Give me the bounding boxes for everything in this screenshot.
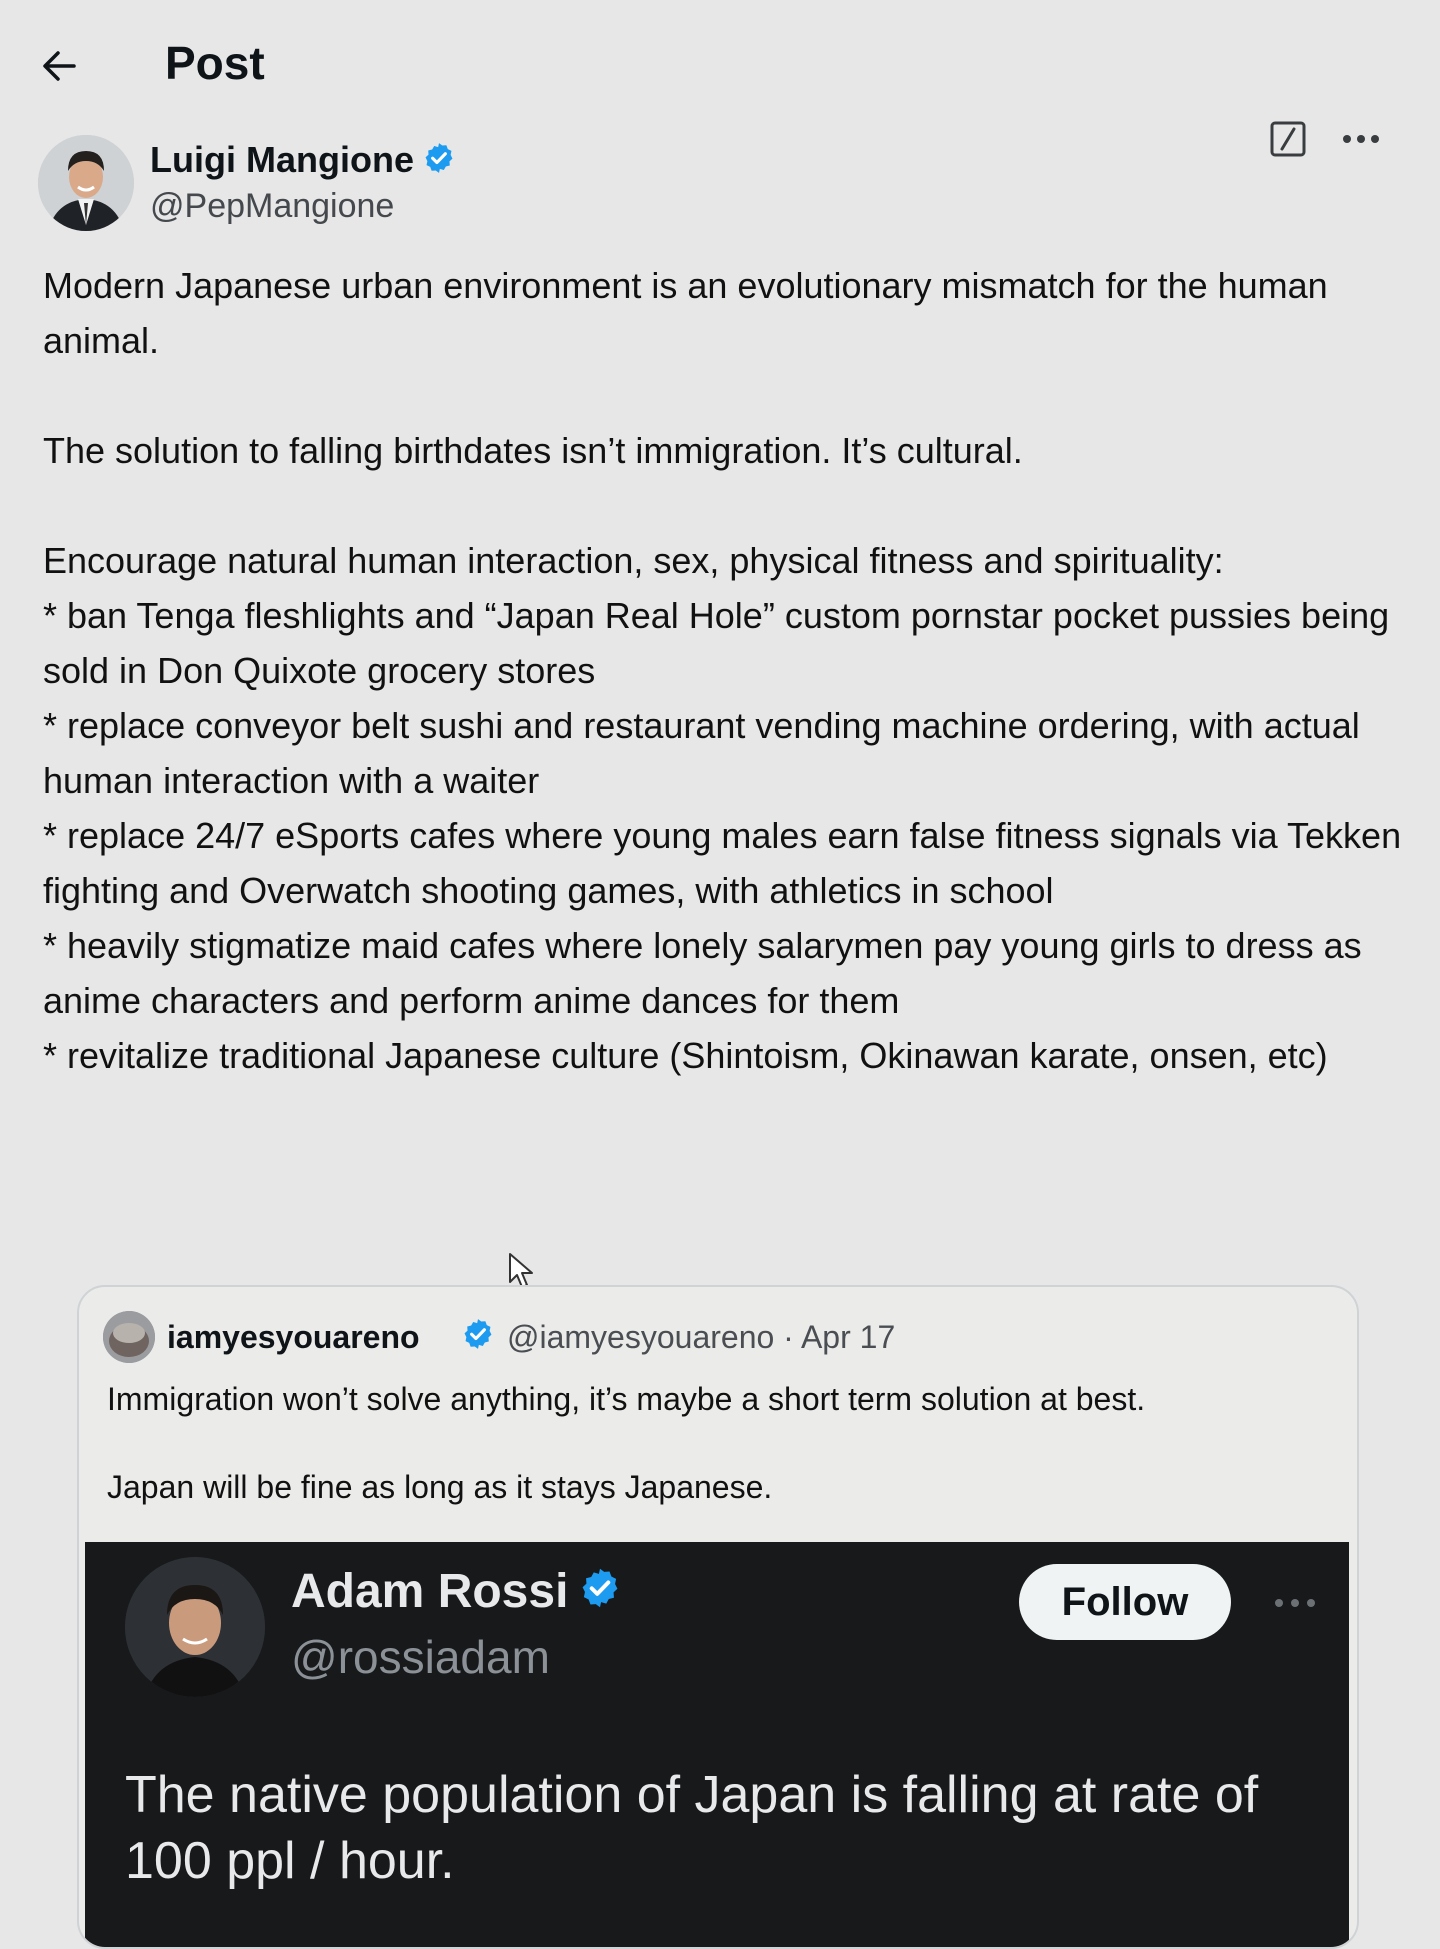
media-author-name-text: Adam Rossi: [291, 1565, 569, 1618]
avatar[interactable]: [38, 135, 134, 231]
post-paragraph: The solution to falling birthdates isn’t…: [43, 430, 1023, 471]
quoted-author-name[interactable]: iamyesyouareno: [167, 1319, 420, 1356]
more-horizontal-icon: [1343, 135, 1379, 143]
author-handle[interactable]: @PepMangione: [150, 187, 394, 226]
page-title: Post: [165, 37, 265, 89]
post-bullet: * heavily stigmatize maid cafes where lo…: [43, 925, 1362, 1021]
more-horizontal-icon: [1265, 1588, 1325, 1618]
verified-badge-icon: [422, 141, 456, 184]
quoted-avatar[interactable]: [103, 1311, 155, 1363]
quoted-avatar-image: [103, 1311, 155, 1363]
post-paragraph: Encourage natural human interaction, sex…: [43, 540, 1224, 581]
grok-icon: [1270, 121, 1306, 157]
verified-badge-icon: [461, 1317, 495, 1359]
quoted-author-handle-date: @iamyesyouareno · Apr 17: [507, 1319, 896, 1355]
media-avatar-photo: [125, 1557, 265, 1697]
back-button[interactable]: [38, 44, 82, 88]
author-photo: [38, 135, 134, 231]
media-avatar: [125, 1557, 265, 1697]
post-paragraph: Modern Japanese urban environment is an …: [43, 265, 1328, 361]
author-name[interactable]: Luigi Mangione: [150, 139, 456, 184]
arrow-left-icon: [43, 51, 76, 81]
more-options-button[interactable]: [1333, 119, 1389, 159]
quoted-line: Immigration won’t solve anything, it’s m…: [107, 1381, 1146, 1417]
grok-button[interactable]: [1268, 119, 1308, 159]
post-bullet: * ban Tenga fleshlights and “Japan Real …: [43, 595, 1390, 691]
media-author-handle: @rossiadam: [291, 1631, 550, 1683]
post-author: Luigi Mangione @PepMangione: [38, 121, 1398, 235]
post-bullet: * replace conveyor belt sushi and restau…: [43, 705, 1360, 801]
author-name-text: Luigi Mangione: [150, 139, 414, 180]
post-bullet: * revitalize traditional Japanese cultur…: [43, 1035, 1328, 1076]
quoted-media-screenshot[interactable]: Adam Rossi @rossiadam Follow The native …: [85, 1542, 1349, 1947]
post-text: Modern Japanese urban environment is an …: [43, 258, 1403, 1083]
follow-button: Follow: [1019, 1564, 1231, 1640]
quoted-post-text: Immigration won’t solve anything, it’s m…: [107, 1377, 1327, 1509]
quoted-post[interactable]: iamyesyouareno @iamyesyouareno · Apr 17 …: [77, 1285, 1359, 1949]
page-header: Post: [0, 0, 1440, 120]
media-author-name: Adam Rossi: [291, 1564, 622, 1622]
verified-badge-icon: [578, 1566, 622, 1622]
media-post-text: The native population of Japan is fallin…: [125, 1766, 1259, 1890]
quoted-line: Japan will be fine as long as it stays J…: [107, 1469, 773, 1505]
post-bullet: * replace 24/7 eSports cafes where young…: [43, 815, 1402, 911]
